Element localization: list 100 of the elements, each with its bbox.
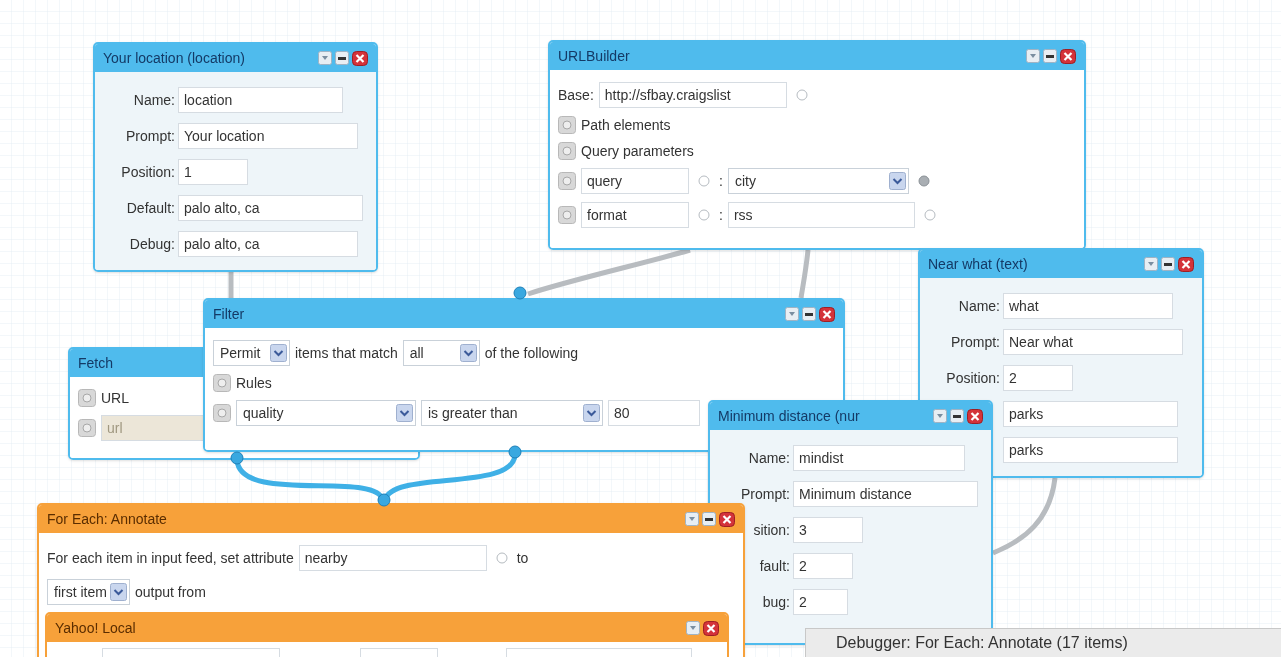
module-title: Filter — [213, 304, 245, 324]
chevron-icon — [110, 583, 127, 601]
module-header[interactable]: URLBuilder — [550, 42, 1084, 70]
dropdown[interactable]: Permit — [213, 340, 290, 366]
expand-toggle[interactable] — [558, 206, 576, 224]
connector-dot[interactable] — [230, 451, 244, 465]
input-field[interactable]: 80 — [608, 400, 700, 426]
field-label: Base: — [558, 85, 594, 105]
close-button[interactable] — [1178, 256, 1194, 272]
terminal-icon[interactable] — [698, 175, 710, 187]
expand-toggle[interactable] — [213, 374, 231, 392]
terminal-icon[interactable] — [495, 552, 508, 564]
module-text: Query parameters — [581, 141, 694, 161]
module-header[interactable]: Minimum distance (nur — [710, 402, 991, 430]
dropdown[interactable]: all — [402, 340, 480, 366]
field-label: Position: — [945, 368, 1000, 388]
input-field[interactable]: query — [581, 168, 689, 194]
input-field[interactable]: nearby — [298, 545, 487, 571]
chevron-icon — [270, 344, 287, 362]
terminal-icon[interactable] — [923, 209, 936, 221]
close-button[interactable] — [967, 408, 983, 424]
field-label: Prompt: — [740, 484, 790, 504]
expand-toggle[interactable] — [78, 419, 96, 437]
connector-dot[interactable] — [513, 286, 527, 300]
module-header[interactable]: Near what (text) — [920, 250, 1202, 278]
input-field[interactable]: rss — [727, 202, 915, 228]
module-header[interactable]: For Each: Annotate — [39, 505, 743, 533]
input-field[interactable]: 1 — [178, 159, 248, 185]
minimize-button[interactable] — [950, 409, 964, 423]
input-field[interactable]: parks — [1003, 401, 1178, 427]
connector-dot[interactable] — [508, 445, 522, 459]
input-field[interactable]: 2 — [793, 553, 853, 579]
pipe-wire — [798, 249, 811, 299]
minimize-button[interactable] — [1161, 257, 1175, 271]
input-field[interactable]: parks — [1003, 437, 1178, 463]
input-field[interactable]: mindist — [793, 445, 965, 471]
field-label: sition: — [752, 520, 790, 540]
field-label: Debug: — [128, 234, 175, 254]
close-button[interactable] — [719, 511, 735, 527]
chevron-icon — [583, 404, 600, 422]
input-field[interactable]: 2 — [793, 589, 848, 615]
minimize-button[interactable] — [1043, 49, 1057, 63]
close-button[interactable] — [1060, 48, 1076, 64]
expand-toggle[interactable] — [558, 172, 576, 190]
input-field[interactable]: format — [581, 202, 689, 228]
field-label: Prompt: — [125, 126, 175, 146]
input-field[interactable]: 2 — [1003, 365, 1073, 391]
close-button[interactable] — [352, 50, 368, 66]
input-field[interactable]: location — [178, 87, 343, 113]
expand-toggle[interactable] — [558, 142, 576, 160]
module-title: Near what (text) — [928, 254, 1028, 274]
dropdown[interactable]: city — [727, 168, 909, 194]
chevron-icon — [396, 404, 413, 422]
module-text: Path elements — [581, 115, 671, 135]
module-text: to — [516, 548, 529, 568]
minimize-button[interactable] — [802, 307, 816, 321]
chevron-icon — [888, 172, 906, 190]
terminal-icon[interactable] — [698, 209, 710, 221]
field-label: Position: — [120, 162, 175, 182]
input-field[interactable]: palo alto, ca — [178, 231, 358, 257]
dropdown[interactable]: quality — [236, 400, 416, 426]
close-button[interactable] — [703, 620, 719, 636]
debugger-bar[interactable]: Debugger: For Each: Annotate (17 items) — [805, 628, 1281, 657]
terminal-icon[interactable] — [917, 175, 930, 187]
dropdown[interactable]: first item — [47, 579, 130, 605]
minimize-button[interactable] — [702, 512, 716, 526]
module-header[interactable]: Yahoo! Local — [47, 614, 727, 642]
module-text: URL — [101, 388, 129, 408]
module-title: Fetch — [78, 353, 113, 373]
chevron-icon — [459, 344, 477, 362]
input-field[interactable]: Minimum distance — [793, 481, 978, 507]
module-title: Minimum distance (nur — [718, 406, 860, 426]
module-text: For each item in input feed, set attribute — [47, 548, 294, 568]
terminal-icon[interactable] — [795, 89, 808, 101]
input-field[interactable]: http://sfbay.craigslist — [598, 82, 787, 108]
input-field[interactable]: Near what — [1003, 329, 1183, 355]
module-header[interactable]: Your location (location) — [95, 44, 376, 72]
pipe-wire — [228, 272, 234, 298]
input-field[interactable]: Your location — [178, 123, 358, 149]
field-label: bug: — [761, 592, 790, 612]
expand-toggle[interactable] — [558, 116, 576, 134]
options-button[interactable] — [686, 621, 700, 635]
module-title: For Each: Annotate — [47, 509, 167, 529]
dropdown[interactable]: is greater than — [421, 400, 603, 426]
close-button[interactable] — [819, 306, 835, 322]
module-text: items that match — [295, 343, 398, 363]
module-text: of the following — [484, 343, 579, 363]
module-header[interactable]: Filter — [205, 300, 843, 328]
field-label: Name: — [132, 90, 175, 110]
input-field[interactable]: 3 — [793, 517, 863, 543]
module-title: Yahoo! Local — [55, 618, 136, 638]
field-label: fault: — [758, 556, 790, 576]
expand-toggle[interactable] — [213, 404, 231, 422]
module-text: : — [719, 171, 723, 191]
minimize-button[interactable] — [335, 51, 349, 65]
module-text: : — [719, 205, 723, 225]
input-field[interactable]: what — [1003, 293, 1173, 319]
input-field[interactable]: palo alto, ca — [178, 195, 363, 221]
expand-toggle[interactable] — [78, 389, 96, 407]
connector-dot[interactable] — [377, 493, 391, 507]
